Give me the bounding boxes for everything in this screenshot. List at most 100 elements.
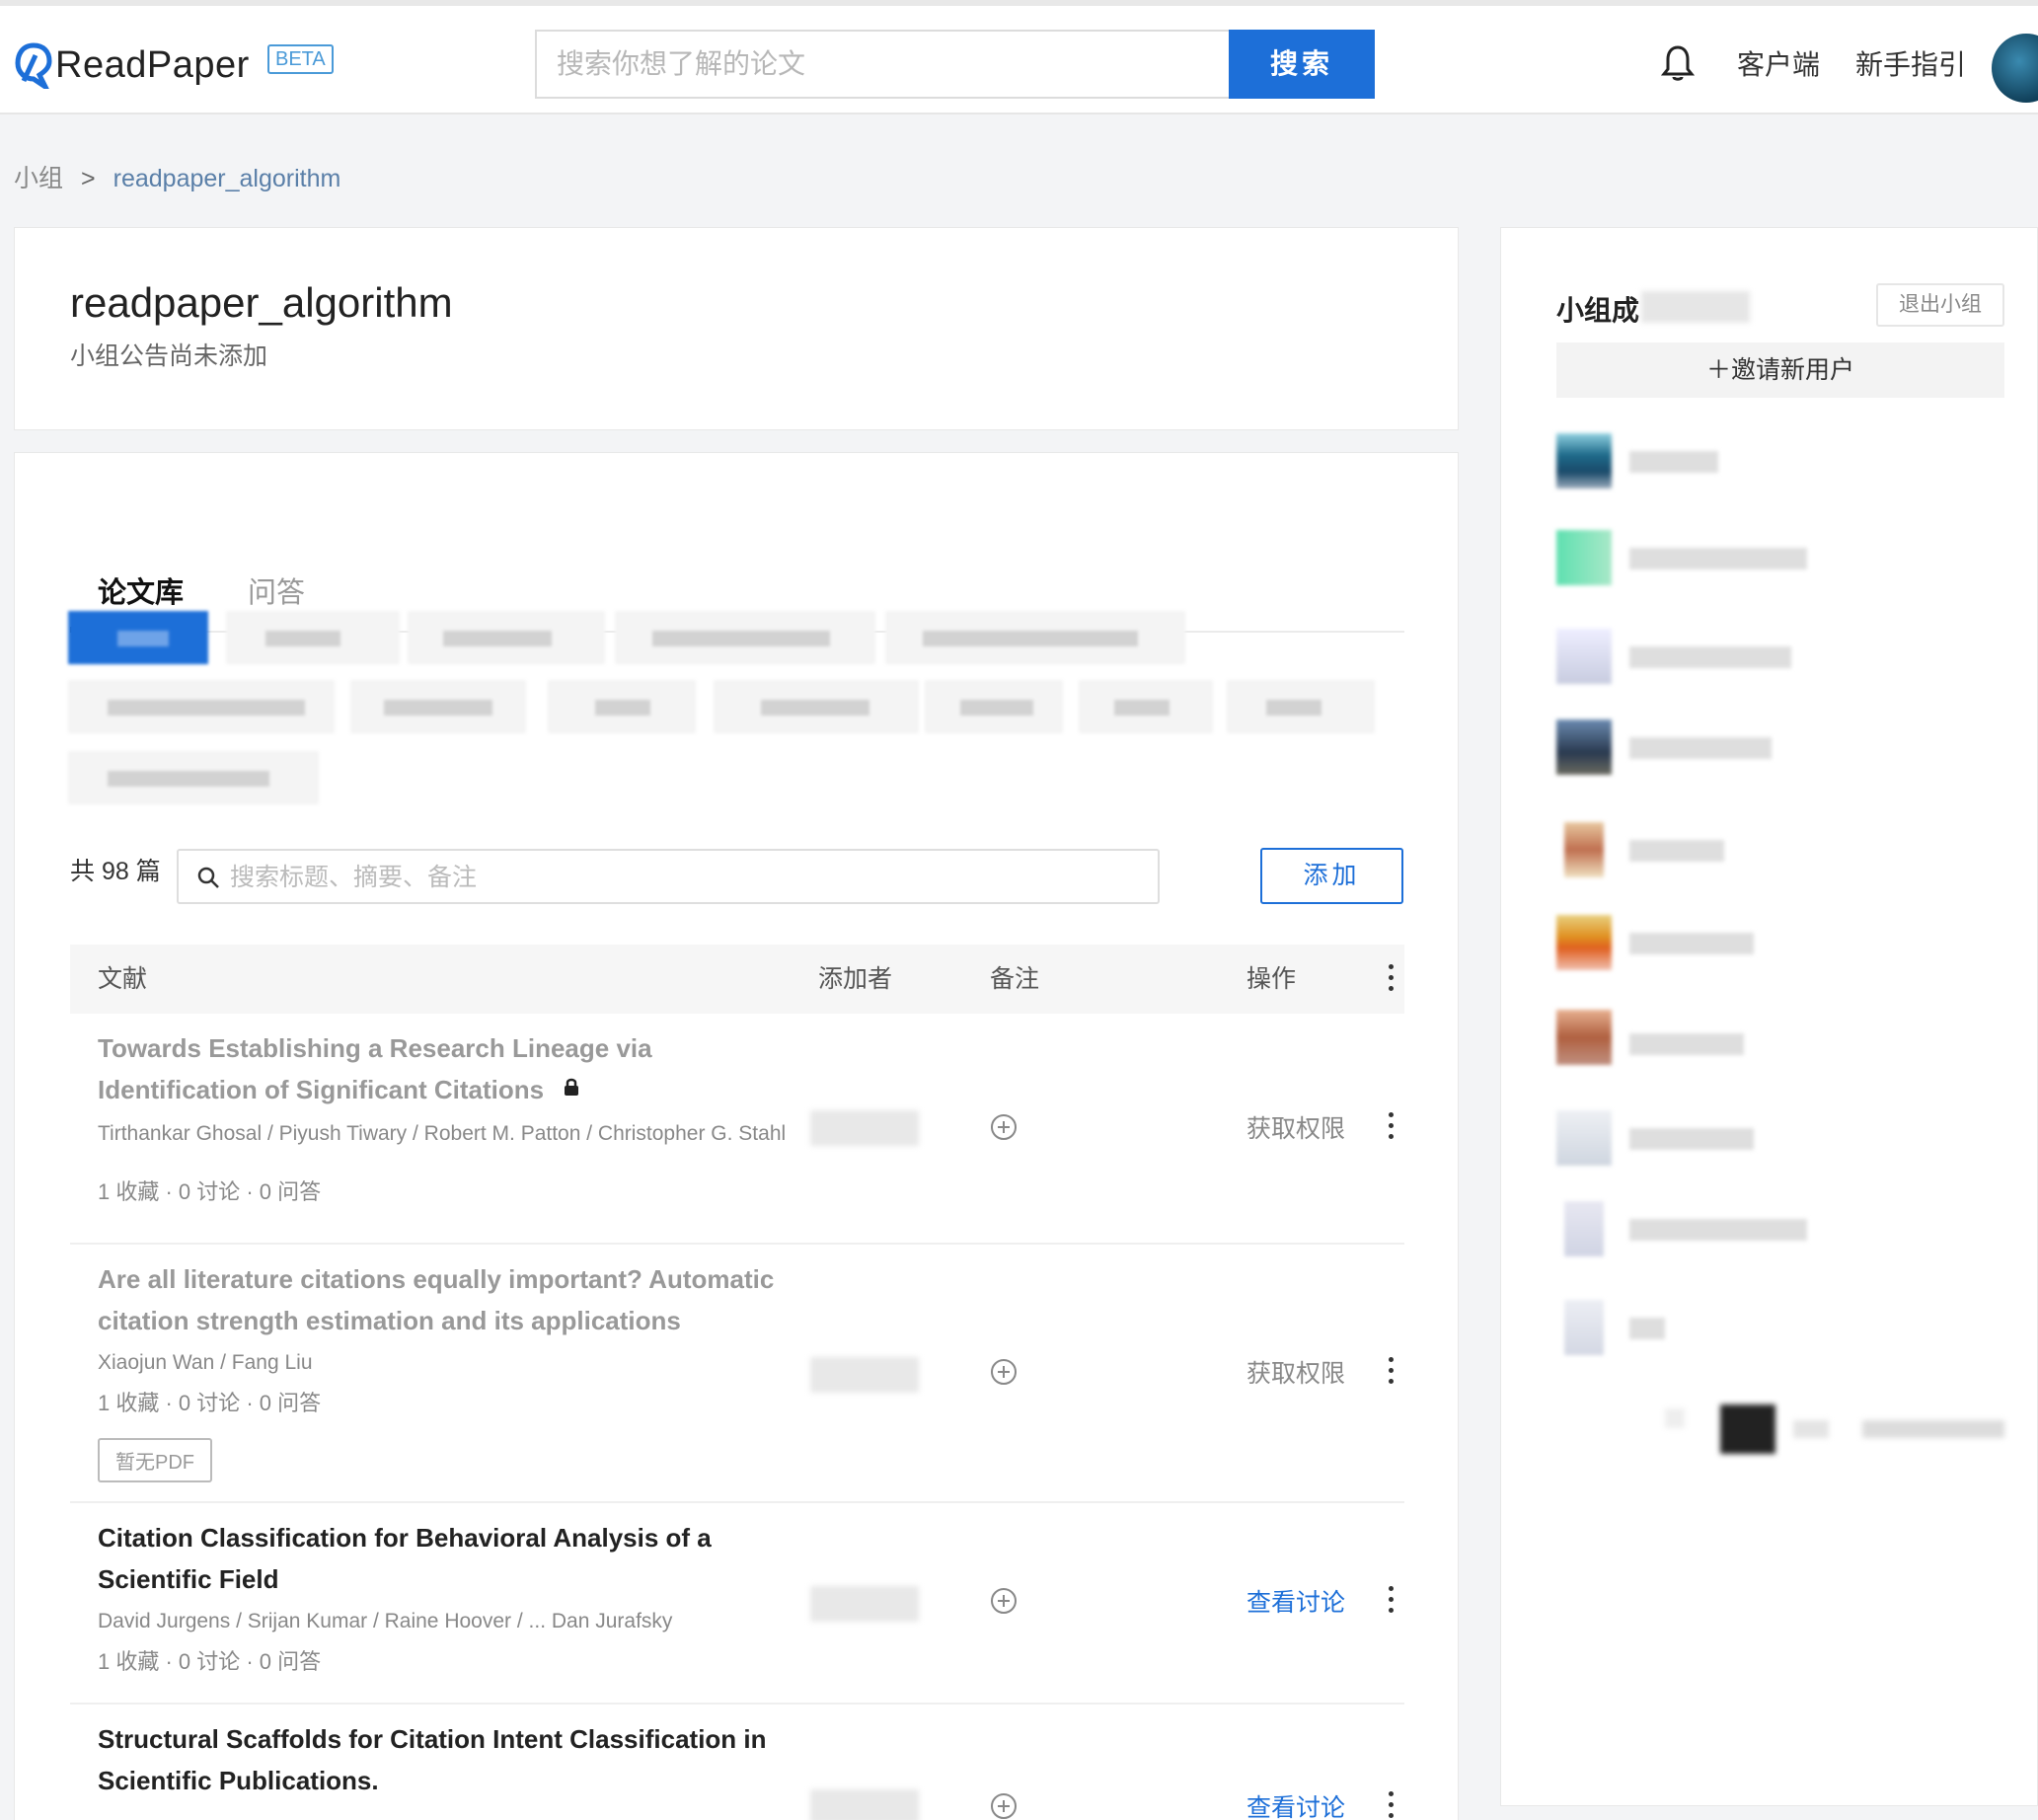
search-icon <box>197 867 219 888</box>
paper-title[interactable]: Citation Classification for Behavioral A… <box>98 1517 798 1600</box>
category-pill[interactable] <box>350 680 526 733</box>
column-header-literature: 文献 <box>98 965 148 993</box>
more-vertical-icon[interactable] <box>1389 1112 1395 1145</box>
category-pill[interactable] <box>1227 680 1375 733</box>
member-avatar[interactable] <box>1556 530 1612 585</box>
pagination-item[interactable] <box>1862 1420 2004 1438</box>
paper-count: 共 98 篇 <box>70 858 161 885</box>
pagination-prev[interactable] <box>1665 1408 1685 1428</box>
category-pill[interactable] <box>68 751 319 804</box>
more-vertical-icon[interactable] <box>1389 1357 1395 1390</box>
table-row[interactable]: Are all literature citations equally imp… <box>70 1245 1404 1503</box>
category-pill[interactable] <box>68 680 335 733</box>
category-pill[interactable] <box>615 611 875 664</box>
members-title: 小组成 <box>1556 295 1640 326</box>
beta-badge: BETA <box>267 44 334 74</box>
category-pill[interactable] <box>714 680 919 733</box>
global-search-button[interactable]: 搜索 <box>1229 30 1375 99</box>
paper-title[interactable]: Towards Establishing a Research Lineage … <box>98 1027 798 1110</box>
member-avatar[interactable] <box>1556 629 1612 684</box>
tab-library[interactable]: 论文库 <box>98 573 184 613</box>
column-header-notes: 备注 <box>990 965 1040 993</box>
group-notice: 小组公告尚未添加 <box>70 342 268 370</box>
chevron-right-icon: > <box>81 165 96 192</box>
plus-circle-icon[interactable] <box>989 1791 1019 1820</box>
table-row[interactable]: Citation Classification for Behavioral A… <box>70 1503 1404 1705</box>
paper-authors: Xiaojun Wan / Fang Liu <box>98 1351 313 1374</box>
member-avatar[interactable] <box>1556 433 1612 489</box>
table-header: 文献 添加者 备注 操作 <box>70 945 1404 1014</box>
breadcrumb-current: readpaper_algorithm <box>113 165 341 192</box>
adder-avatar <box>810 1110 919 1146</box>
logo[interactable]: ReadPaper <box>14 39 250 91</box>
client-link[interactable]: 客户端 <box>1737 45 1820 85</box>
plus-circle-icon[interactable] <box>989 1586 1019 1616</box>
member-avatar[interactable] <box>1564 1300 1604 1355</box>
paper-stats: 1 收藏 · 0 讨论 · 0 问答 <box>98 1179 322 1204</box>
category-pill[interactable] <box>68 611 208 664</box>
request-access-link[interactable]: 获取权限 <box>1246 1112 1345 1146</box>
paper-authors: Tirthankar Ghosal / Piyush Tiwary / Robe… <box>98 1122 787 1145</box>
bell-icon[interactable] <box>1661 43 1695 83</box>
member-avatar[interactable] <box>1556 1010 1612 1065</box>
member-avatar[interactable] <box>1556 915 1612 970</box>
group-info-card: readpaper_algorithm 小组公告尚未添加 <box>14 227 1459 430</box>
pagination-item[interactable] <box>1793 1420 1829 1438</box>
members-sidebar: 小组成 退出小组 ＋邀请新用户 <box>1500 227 2038 1806</box>
member-name[interactable] <box>1629 1318 1665 1339</box>
member-avatar[interactable] <box>1564 822 1604 877</box>
table-row[interactable]: Towards Establishing a Research Lineage … <box>70 1014 1404 1245</box>
add-paper-button[interactable]: 添加 <box>1260 848 1403 904</box>
member-avatar[interactable] <box>1564 1201 1604 1256</box>
paper-authors: David Jurgens / Srijan Kumar / Raine Hoo… <box>98 1610 673 1632</box>
invite-user-button[interactable]: ＋邀请新用户 <box>1556 342 2004 398</box>
tab-qa[interactable]: 问答 <box>248 573 305 613</box>
lock-icon <box>565 1078 579 1096</box>
readpaper-logo-icon <box>15 42 52 89</box>
member-name[interactable] <box>1629 548 1807 569</box>
member-name[interactable] <box>1629 1033 1744 1055</box>
category-pill[interactable] <box>226 611 400 664</box>
table-row[interactable]: Structural Scaffolds for Citation Intent… <box>70 1705 1404 1820</box>
more-vertical-icon[interactable] <box>1389 964 1395 997</box>
category-pill[interactable] <box>408 611 605 664</box>
library-search-placeholder: 搜索标题、摘要、备注 <box>230 864 478 891</box>
member-name[interactable] <box>1629 646 1791 668</box>
pagination-current-page[interactable] <box>1720 1404 1775 1454</box>
member-name[interactable] <box>1629 451 1718 473</box>
member-name[interactable] <box>1629 1128 1754 1150</box>
leave-group-button[interactable]: 退出小组 <box>1876 283 2004 327</box>
logo-text: ReadPaper <box>55 43 250 86</box>
category-pill[interactable] <box>885 611 1185 664</box>
adder-avatar <box>810 1789 919 1820</box>
library-search-input[interactable]: 搜索标题、摘要、备注 <box>177 849 1160 904</box>
request-access-link[interactable]: 获取权限 <box>1246 1357 1345 1391</box>
paper-title[interactable]: Are all literature citations equally imp… <box>98 1258 798 1341</box>
adder-avatar <box>810 1357 919 1393</box>
member-name[interactable] <box>1629 737 1772 759</box>
view-discussion-link[interactable]: 查看讨论 <box>1246 1586 1345 1620</box>
user-avatar[interactable] <box>1992 34 2038 103</box>
no-pdf-badge: 暂无PDF <box>98 1438 212 1482</box>
member-name[interactable] <box>1629 933 1754 954</box>
paper-title[interactable]: Structural Scaffolds for Citation Intent… <box>98 1718 798 1801</box>
category-pill[interactable] <box>925 680 1063 733</box>
breadcrumb-root[interactable]: 小组 <box>14 162 63 195</box>
paper-stats: 1 收藏 · 0 讨论 · 0 问答 <box>98 1649 322 1674</box>
view-discussion-link[interactable]: 查看讨论 <box>1246 1791 1345 1820</box>
member-name[interactable] <box>1629 840 1724 862</box>
member-count-blurred <box>1641 291 1750 323</box>
plus-circle-icon[interactable] <box>989 1112 1019 1142</box>
member-name[interactable] <box>1629 1219 1807 1241</box>
category-pill[interactable] <box>548 680 696 733</box>
plus-circle-icon[interactable] <box>989 1357 1019 1387</box>
member-avatar[interactable] <box>1556 720 1612 775</box>
more-vertical-icon[interactable] <box>1389 1586 1395 1619</box>
category-pill[interactable] <box>1079 680 1213 733</box>
global-search-input[interactable]: 搜索你想了解的论文 <box>535 30 1229 99</box>
more-vertical-icon[interactable] <box>1389 1791 1395 1820</box>
member-avatar[interactable] <box>1556 1110 1612 1166</box>
top-header: ReadPaper BETA 搜索你想了解的论文 搜索 客户端 新手指引 <box>0 0 2038 114</box>
adder-avatar <box>810 1586 919 1622</box>
guide-link[interactable]: 新手指引 <box>1855 45 1966 85</box>
